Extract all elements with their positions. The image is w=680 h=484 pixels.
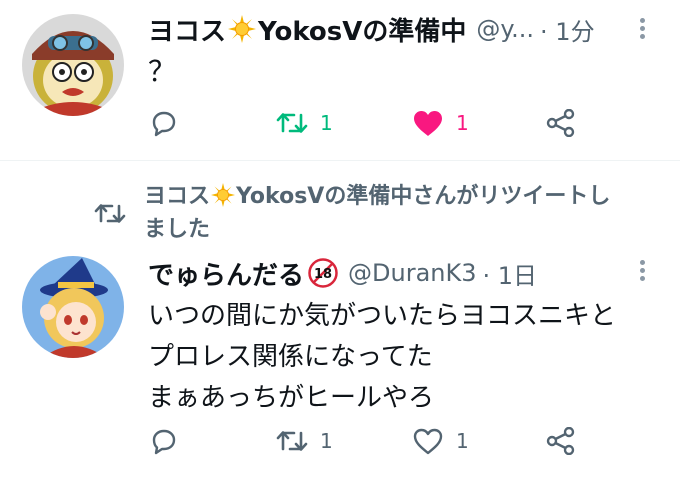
avatar[interactable] xyxy=(22,14,124,116)
reply-icon xyxy=(152,429,176,455)
reply-button[interactable] xyxy=(150,106,178,140)
user-handle[interactable]: @y... xyxy=(476,15,534,43)
share-button[interactable] xyxy=(546,106,576,140)
tweet-divider xyxy=(0,160,680,161)
tweet-text: いつの間にか気がついたらヨコスニキと プロレス関係になってた まぁあっちがヒール… xyxy=(148,296,616,419)
heart-outline-icon xyxy=(413,428,443,455)
sun-emoji-icon xyxy=(211,183,236,207)
age-18-badge-icon: 18 xyxy=(308,258,338,288)
retweet-context[interactable]: ヨコス YokosⅤの準備中さんがリツイートし ました xyxy=(144,180,664,246)
timeline: ヨコス YokosⅤの準備中 @y... · 1分 ？ 1 1 ヨコス Yoko… xyxy=(0,0,680,484)
display-name[interactable]: でゅらんだる 18 xyxy=(148,255,338,292)
tweet-time[interactable]: · 1分 xyxy=(540,12,595,47)
retweet-count: 1 xyxy=(320,111,333,135)
more-options-icon[interactable] xyxy=(637,15,647,45)
retweet-indicator-icon xyxy=(94,204,126,223)
like-button[interactable]: 1 xyxy=(412,106,469,140)
share-icon xyxy=(546,109,575,137)
reply-button[interactable] xyxy=(150,424,178,458)
avatar[interactable] xyxy=(22,256,124,358)
like-count: 1 xyxy=(456,429,469,453)
user-handle[interactable]: @DuranK3 xyxy=(348,259,476,287)
more-options-icon[interactable] xyxy=(637,257,647,287)
retweet-button[interactable]: 1 xyxy=(276,106,333,140)
tweet-yokos[interactable]: ヨコス YokosⅤの準備中 @y... · 1分 ？ 1 1 xyxy=(0,0,680,158)
tweet-header: ヨコス YokosⅤの準備中 @y... · 1分 xyxy=(148,8,595,50)
tweet-text-line: プロレス関係になってた xyxy=(148,342,433,372)
display-name-part2: YokosⅤの準備中 xyxy=(258,16,467,47)
tweet-time[interactable]: · 1日 xyxy=(483,256,538,291)
share-button[interactable] xyxy=(546,424,576,458)
retweet-icon xyxy=(276,113,308,133)
tweet-header: でゅらんだる 18 @DuranK3 · 1日 xyxy=(148,253,537,293)
retweet-icon xyxy=(276,431,308,451)
display-name[interactable]: ヨコス YokosⅤの準備中 xyxy=(148,11,466,48)
retweet-context-text: YokosⅤの準備中さんがリツイートし xyxy=(236,184,611,209)
tweet-text: ？ xyxy=(148,55,177,88)
tweet-text-line: まぁあっちがヒールやろ xyxy=(148,383,435,413)
heart-filled-icon xyxy=(414,111,442,136)
svg-text:18: 18 xyxy=(314,267,332,282)
retweet-count: 1 xyxy=(320,429,333,453)
like-count: 1 xyxy=(456,111,469,135)
display-name-text: でゅらんだる xyxy=(148,260,305,291)
sun-emoji-icon xyxy=(228,15,257,43)
tweet-text-line: いつの間にか気がついたらヨコスニキと xyxy=(148,301,617,331)
reply-icon xyxy=(152,111,176,137)
retweeter-name-part1: ヨコス xyxy=(144,184,211,209)
display-name-part1: ヨコス xyxy=(148,16,227,47)
retweet-context-text-line2: ました xyxy=(144,217,211,242)
retweet-button[interactable]: 1 xyxy=(276,424,333,458)
like-button[interactable]: 1 xyxy=(412,424,469,458)
share-icon xyxy=(546,427,575,455)
